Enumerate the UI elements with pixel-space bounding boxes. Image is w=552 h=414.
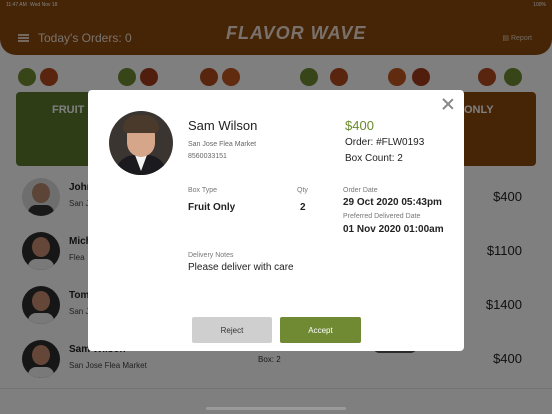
close-icon[interactable] — [441, 97, 455, 111]
qty-value: 2 — [300, 202, 306, 213]
preferred-date-label: Preferred Delivered Date — [343, 213, 421, 220]
delivery-notes-label: Delivery Notes — [188, 252, 234, 259]
home-indicator[interactable] — [206, 407, 346, 410]
box-type-value: Fruit Only — [188, 202, 236, 213]
customer-market: San Jose Flea Market — [188, 141, 257, 148]
box-type-label: Box Type — [188, 187, 218, 194]
delivery-notes-value: Please deliver with care — [188, 262, 294, 273]
customer-phone: 8560033151 — [188, 153, 227, 160]
preferred-date-value: 01 Nov 2020 01:00am — [343, 224, 444, 235]
order-detail-modal: Sam Wilson San Jose Flea Market 85600331… — [88, 90, 464, 351]
order-number: Order: #FLW0193 — [345, 137, 425, 148]
order-date-label: Order Date — [343, 187, 378, 194]
order-date-value: 29 Oct 2020 05:43pm — [343, 197, 442, 208]
reject-button[interactable]: Reject — [192, 317, 272, 343]
box-count: Box Count: 2 — [345, 153, 403, 164]
qty-label: Qty — [297, 187, 308, 194]
avatar — [109, 111, 173, 175]
order-total: $400 — [345, 118, 374, 133]
customer-name: Sam Wilson — [188, 118, 258, 133]
accept-button[interactable]: Accept — [280, 317, 361, 343]
